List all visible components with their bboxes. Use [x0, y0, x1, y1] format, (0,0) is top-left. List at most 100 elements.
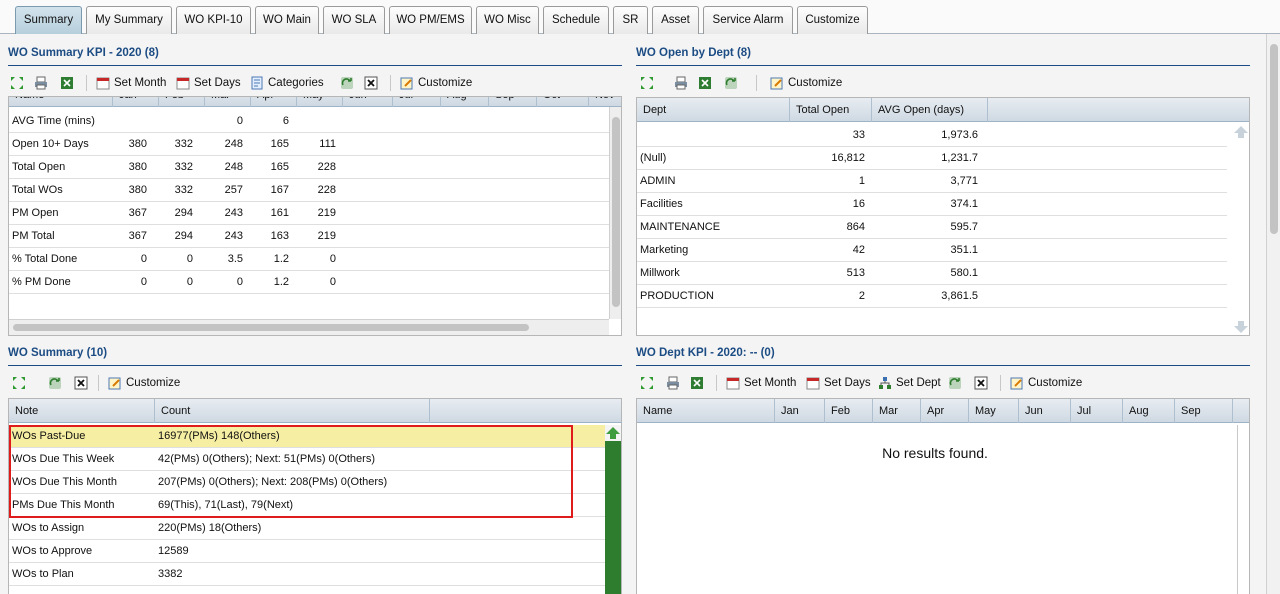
table-row[interactable]: Millwork 513 580.1: [637, 262, 1227, 285]
set-month-button[interactable]: Set Month: [726, 374, 796, 392]
col-header-total-open[interactable]: Total Open: [790, 98, 872, 122]
scroll-up-arrow-icon[interactable]: [1233, 124, 1249, 140]
tab-wo-kpi-10[interactable]: WO KPI-10: [176, 6, 251, 34]
tab-wo-misc[interactable]: WO Misc: [476, 6, 539, 34]
col-header-avg-open[interactable]: AVG Open (days): [872, 98, 988, 122]
table-row[interactable]: Total WOs 380 332 257 167 228: [9, 179, 609, 202]
close-icon[interactable]: [364, 74, 378, 92]
expand-icon[interactable]: [12, 374, 26, 392]
col-header[interactable]: May: [969, 399, 1019, 423]
table-row[interactable]: Marketing 42 351.1: [637, 239, 1227, 262]
scrollbar-thumb[interactable]: [1270, 44, 1278, 234]
col-header[interactable]: Aug: [1123, 399, 1175, 423]
customize-button[interactable]: Customize: [1010, 374, 1082, 392]
close-icon[interactable]: [974, 374, 988, 392]
col-header[interactable]: Apr: [921, 399, 969, 423]
page-scrollbar[interactable]: [1266, 34, 1280, 594]
tab-summary[interactable]: Summary: [15, 6, 82, 34]
set-month-button[interactable]: Set Month: [96, 74, 166, 92]
col-header[interactable]: Jul: [1071, 399, 1123, 423]
set-days-button[interactable]: Set Days: [176, 74, 241, 92]
col-header[interactable]: Jun: [343, 97, 393, 107]
col-header[interactable]: Sep: [489, 97, 537, 107]
print-icon[interactable]: [34, 74, 48, 92]
col-header[interactable]: Jan: [775, 399, 825, 423]
table-row[interactable]: WOs to Assign 220(PMs) 18(Others): [9, 517, 605, 540]
tab-wo-main[interactable]: WO Main: [255, 6, 319, 34]
scroll-down-arrow-icon[interactable]: [1233, 319, 1249, 335]
tab-service-alarm[interactable]: Service Alarm: [703, 6, 793, 34]
table-row[interactable]: Open 10+ Days 380 332 248 165 111: [9, 133, 609, 156]
col-header[interactable]: Feb: [159, 97, 205, 107]
print-icon[interactable]: [666, 374, 680, 392]
excel-export-icon[interactable]: [60, 74, 74, 92]
expand-icon[interactable]: [10, 74, 24, 92]
table-row[interactable]: WOs to Approve 12589: [9, 540, 605, 563]
customize-button[interactable]: Customize: [108, 374, 180, 392]
tab-my-summary[interactable]: My Summary: [86, 6, 172, 34]
tab-wo-pm-ems[interactable]: WO PM/EMS: [389, 6, 472, 34]
set-dept-button[interactable]: Set Dept: [878, 374, 941, 392]
col-header[interactable]: Mar: [205, 97, 251, 107]
summary-grid: Note Count WOs Past-Due 16977(PMs) 148(O…: [8, 398, 622, 594]
table-row[interactable]: PM Total 367 294 243 163 219: [9, 225, 609, 248]
table-row[interactable]: WOs to Plan 3382: [9, 563, 605, 586]
excel-export-icon[interactable]: [690, 374, 704, 392]
excel-export-icon[interactable]: [698, 74, 712, 92]
vertical-scrollbar[interactable]: [609, 107, 621, 319]
categories-button[interactable]: Categories: [250, 74, 324, 92]
col-header[interactable]: Jan: [113, 97, 159, 107]
col-header[interactable]: Jul: [393, 97, 441, 107]
table-row[interactable]: PM Open 367 294 243 161 219: [9, 202, 609, 225]
table-row[interactable]: (Null) 16,812 1,231.7: [637, 147, 1227, 170]
table-row[interactable]: Facilities 16 374.1: [637, 193, 1227, 216]
col-header-dept[interactable]: Dept: [637, 98, 790, 122]
customize-button[interactable]: Customize: [770, 74, 842, 92]
col-header[interactable]: Apr: [251, 97, 297, 107]
tab-customize[interactable]: Customize: [797, 6, 868, 34]
refresh-icon[interactable]: [724, 74, 738, 92]
table-row[interactable]: MAINTENANCE 864 595.7: [637, 216, 1227, 239]
refresh-icon[interactable]: [340, 74, 354, 92]
scroll-up-arrow-icon[interactable]: [605, 425, 621, 441]
col-header[interactable]: Name: [637, 399, 775, 423]
refresh-icon[interactable]: [48, 374, 62, 392]
col-header[interactable]: Name: [9, 97, 113, 107]
table-row[interactable]: Total Open 380 332 248 165 228: [9, 156, 609, 179]
table-row[interactable]: PRODUCTION 2 3,861.5: [637, 285, 1227, 308]
table-row[interactable]: % Total Done 0 0 3.5 1.2 0: [9, 248, 609, 271]
print-icon[interactable]: [674, 74, 688, 92]
expand-icon[interactable]: [640, 374, 654, 392]
table-row[interactable]: % PM Done 0 0 0 1.2 0: [9, 271, 609, 294]
tab-asset[interactable]: Asset: [652, 6, 699, 34]
tab-sr[interactable]: SR: [613, 6, 648, 34]
expand-icon[interactable]: [640, 74, 654, 92]
col-header[interactable]: Jun: [1019, 399, 1071, 423]
tab-schedule[interactable]: Schedule: [543, 6, 609, 34]
scrollbar-thumb[interactable]: [13, 324, 529, 331]
col-header[interactable]: Nov: [589, 97, 621, 107]
col-header[interactable]: Oct: [537, 97, 589, 107]
set-days-button[interactable]: Set Days: [806, 374, 871, 392]
set-days-label: Set Days: [824, 377, 871, 389]
horizontal-scrollbar[interactable]: [9, 319, 609, 335]
col-header[interactable]: Sep: [1175, 399, 1233, 423]
col-header[interactable]: May: [297, 97, 343, 107]
table-row[interactable]: 33 1,973.6: [637, 124, 1227, 147]
cell-feb: 332: [174, 161, 193, 173]
tab-wo-sla[interactable]: WO SLA: [323, 6, 385, 34]
col-header[interactable]: Feb: [825, 399, 873, 423]
col-header[interactable]: Aug: [441, 97, 489, 107]
refresh-icon[interactable]: [948, 374, 962, 392]
table-row[interactable]: AVG Time (mins) 0 6: [9, 110, 609, 133]
col-header-count[interactable]: Count: [155, 399, 430, 423]
customize-button[interactable]: Customize: [400, 74, 472, 92]
vertical-scrollbar[interactable]: [1233, 124, 1249, 335]
vertical-scrollbar[interactable]: [1237, 425, 1249, 594]
vertical-scrollbar[interactable]: [605, 425, 621, 594]
col-header-note[interactable]: Note: [9, 399, 155, 423]
close-icon[interactable]: [74, 374, 88, 392]
scrollbar-thumb[interactable]: [612, 117, 620, 307]
col-header[interactable]: Mar: [873, 399, 921, 423]
table-row[interactable]: ADMIN 1 3,771: [637, 170, 1227, 193]
